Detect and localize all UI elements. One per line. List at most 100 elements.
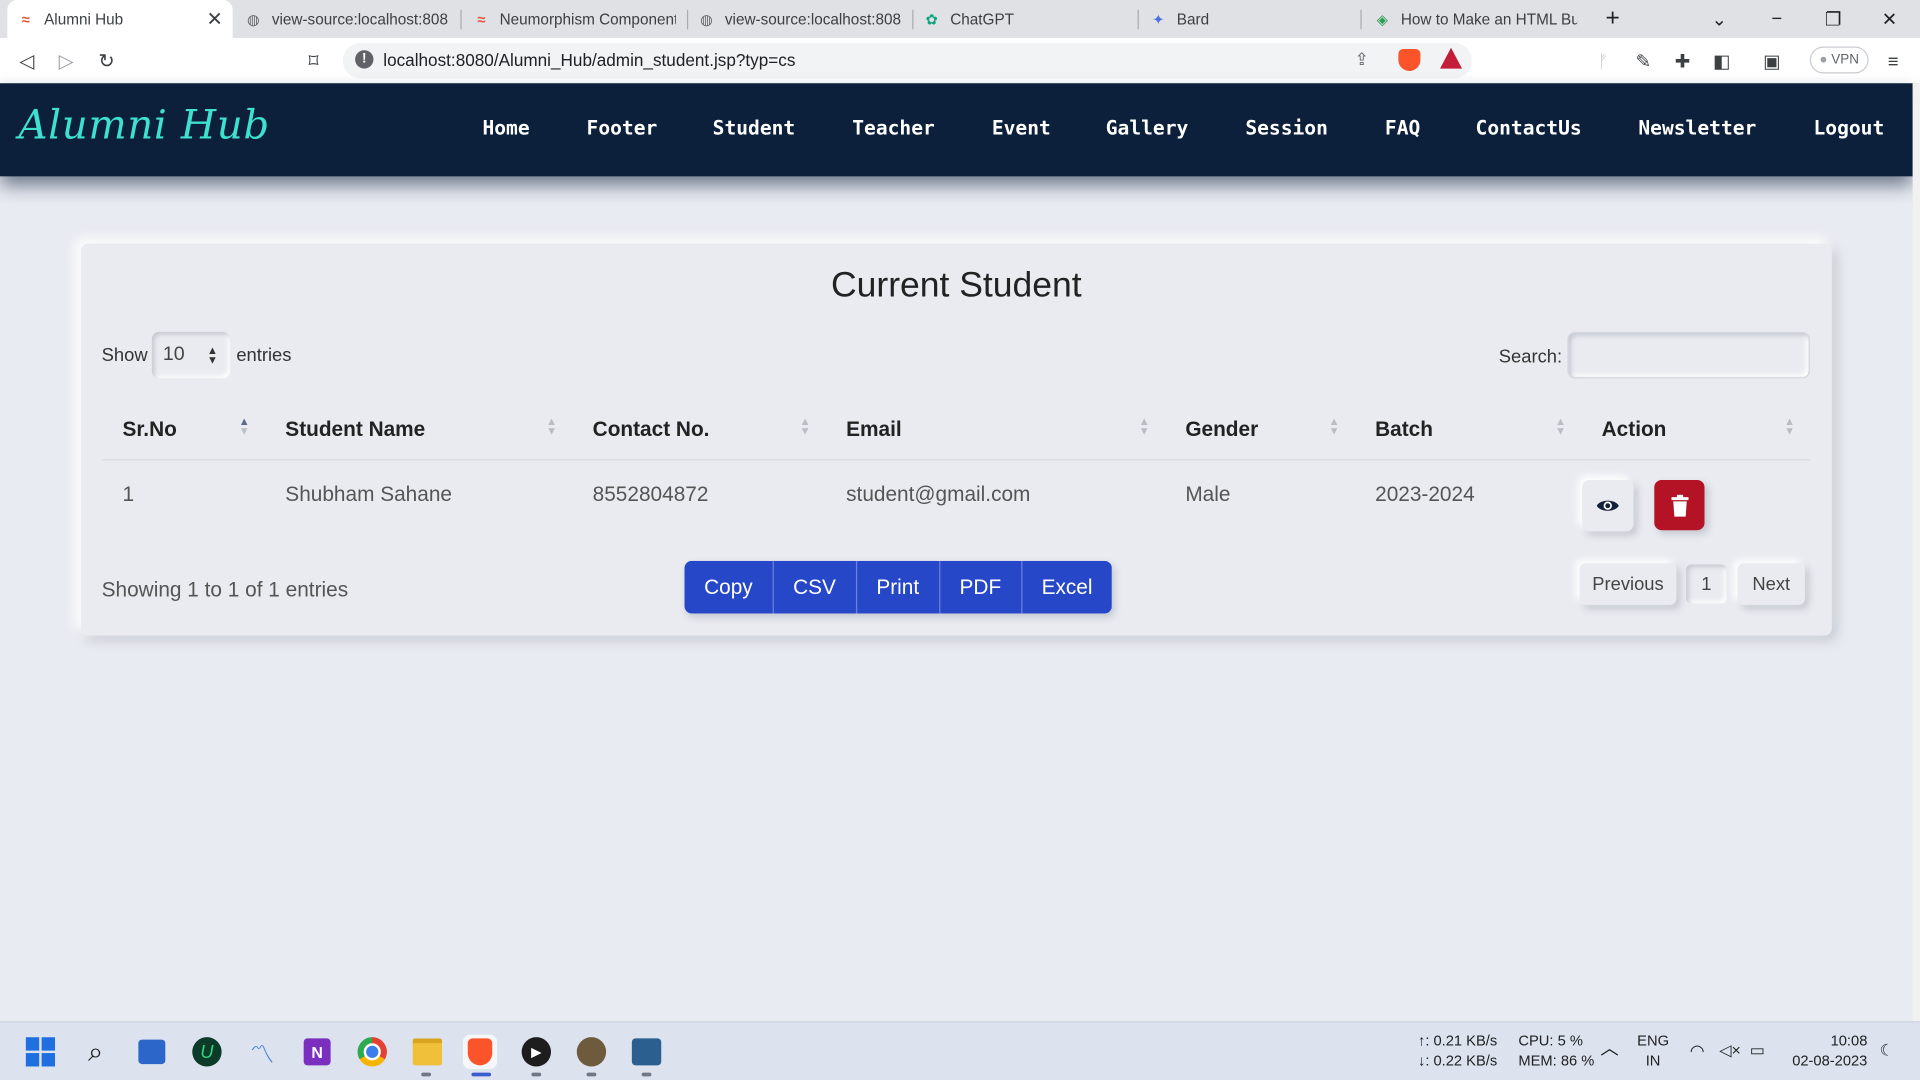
nav-gallery[interactable]: Gallery (1106, 116, 1189, 139)
sort-icon[interactable]: ▲ ▼ (239, 416, 250, 437)
tab-chatgpt[interactable]: ✿ ChatGPT (913, 0, 1136, 38)
close-icon[interactable]: ✕ (206, 7, 222, 31)
upwork-icon[interactable]: U (190, 1035, 224, 1069)
chevron-up-icon[interactable]: ︿ (1600, 1039, 1618, 1060)
nav-teacher[interactable]: Teacher (852, 116, 935, 139)
sort-icon[interactable]: ▲ ▼ (1139, 416, 1150, 437)
close-window-button[interactable]: ✕ (1861, 0, 1917, 38)
sort-icon[interactable]: ▲ ▼ (1784, 416, 1795, 437)
globe-icon: ◍ (247, 10, 260, 28)
file-explorer-icon[interactable] (410, 1035, 444, 1069)
previous-page-button[interactable]: Previous (1579, 563, 1677, 605)
nav-student[interactable]: Student (713, 116, 796, 139)
bookmark-icon[interactable]: ⌑ (298, 45, 330, 77)
print-button[interactable]: Print (856, 560, 940, 614)
address-bar[interactable]: ! localhost:8080/Alumni_Hub/admin_studen… (342, 42, 1472, 79)
notifications-icon[interactable]: ☾ (1880, 1041, 1894, 1061)
delete-button[interactable] (1654, 480, 1705, 531)
bard-sparkle-icon: ✦ (1152, 10, 1165, 28)
reload-button[interactable]: ↻ (91, 45, 123, 77)
running-indicator (531, 1072, 542, 1077)
mysql-workbench-icon[interactable] (629, 1035, 663, 1069)
brave-rewards-icon[interactable] (1440, 47, 1463, 69)
next-page-button[interactable]: Next (1737, 563, 1805, 605)
url-text[interactable]: localhost:8080/Alumni_Hub/admin_student.… (383, 50, 795, 70)
wallet-icon[interactable]: ▣ (1758, 48, 1785, 75)
onenote-icon[interactable]: N (300, 1035, 334, 1069)
current-page-button[interactable]: 1 (1686, 564, 1727, 604)
nav-newsletter[interactable]: Newsletter (1638, 116, 1756, 139)
volume-muted-icon[interactable]: ◁× (1719, 1041, 1741, 1061)
running-indicator (586, 1072, 597, 1077)
nav-home[interactable]: Home (482, 116, 529, 139)
column-header-srno[interactable]: Sr.No (122, 418, 176, 442)
csv-button[interactable]: CSV (773, 560, 857, 614)
store-icon[interactable] (135, 1035, 169, 1069)
column-header-gender[interactable]: Gender (1185, 418, 1258, 442)
wifi-icon[interactable]: ◠ (1690, 1041, 1705, 1061)
forward-button[interactable]: ▷ (50, 45, 82, 77)
tomcat-icon[interactable] (574, 1035, 608, 1069)
alumni-favicon: ≈ (21, 10, 30, 28)
nav-event[interactable]: Event (992, 116, 1051, 139)
sort-icon[interactable]: ▲ ▼ (800, 416, 811, 437)
pdf-button[interactable]: PDF (939, 560, 1022, 614)
tab-separator (1137, 9, 1139, 30)
minimize-button[interactable]: − (1749, 0, 1805, 38)
site-info-icon[interactable]: ! (355, 50, 374, 69)
menu-icon[interactable]: ≡ (1880, 48, 1907, 75)
vpn-button[interactable]: ● VPN (1809, 46, 1869, 74)
excel-button[interactable]: Excel (1021, 560, 1113, 614)
nav-logout[interactable]: Logout (1813, 116, 1884, 139)
page-scrollbar[interactable] (1912, 83, 1920, 1022)
extensions-puzzle-icon[interactable]: ✚ (1669, 48, 1696, 75)
brave-shields-icon[interactable] (1398, 48, 1421, 72)
browser-tab-bar: ≈ Alumni Hub ✕ ◍ view-source:localhost:8… (0, 0, 1920, 38)
column-header-contact[interactable]: Contact No. (593, 418, 710, 442)
nav-faq[interactable]: FAQ (1385, 116, 1420, 139)
tab-view-source-1[interactable]: ◍ view-source:localhost:8080 (235, 0, 458, 38)
nav-footer[interactable]: Footer (587, 116, 658, 139)
nav-contactus[interactable]: ContactUs (1476, 116, 1582, 139)
tab-neumorphism[interactable]: ≈ Neumorphism Components (463, 0, 686, 38)
media-player-icon[interactable]: ▶ (519, 1035, 553, 1069)
nav-session[interactable]: Session (1245, 116, 1328, 139)
site-navbar: Alumni Hub Home Footer Student Teacher E… (0, 83, 1913, 177)
search-input[interactable] (1567, 331, 1810, 379)
tab-bard[interactable]: ✦ Bard (1140, 0, 1363, 38)
clock[interactable]: 10:08 02-08-2023 (1789, 1031, 1867, 1070)
sort-icon[interactable]: ▲ ▼ (1329, 416, 1340, 437)
restore-button[interactable]: ❐ (1805, 0, 1861, 38)
search-icon[interactable]: ⌕ (78, 1035, 112, 1069)
column-header-action[interactable]: Action (1602, 418, 1667, 442)
column-header-student-name[interactable]: Student Name (285, 418, 425, 442)
sort-icon[interactable]: ▲ ▼ (1555, 416, 1566, 437)
battery-icon[interactable]: ▭ (1750, 1041, 1765, 1061)
brave-browser-icon[interactable] (462, 1034, 498, 1069)
site-logo[interactable]: Alumni Hub (18, 100, 270, 148)
sidebar-icon[interactable]: ◧ (1708, 48, 1735, 75)
tab-alumni-hub[interactable]: ≈ Alumni Hub ✕ (7, 0, 233, 38)
screen: ≈ Alumni Hub ✕ ◍ view-source:localhost:8… (0, 0, 1920, 1080)
resource-monitor-icon[interactable]: 〽 (245, 1035, 279, 1069)
tab-html-button[interactable]: ◈ How to Make an HTML Button (1364, 0, 1587, 38)
windows-start-icon[interactable] (23, 1035, 57, 1069)
entries-select[interactable]: 10 ▲ ▼ (151, 331, 231, 379)
chrome-icon[interactable] (355, 1035, 389, 1069)
new-tab-button[interactable]: + (1586, 0, 1640, 38)
tab-search-chevron-icon[interactable]: ⌄ (1691, 0, 1747, 38)
entries-label: entries (236, 345, 292, 367)
view-button[interactable] (1582, 480, 1634, 532)
vpn-label: VPN (1831, 52, 1859, 68)
running-indicator (421, 1072, 432, 1077)
language-indicator[interactable]: ENG IN (1637, 1031, 1669, 1070)
column-header-email[interactable]: Email (846, 418, 902, 442)
tab-view-source-2[interactable]: ◍ view-source:localhost:8080 (688, 0, 911, 38)
eyedropper-extension-icon[interactable]: ✎ (1630, 48, 1657, 75)
column-header-batch[interactable]: Batch (1375, 418, 1433, 442)
sort-icon[interactable]: ▲ ▼ (546, 416, 557, 437)
share-icon[interactable]: ⇪ (1355, 49, 1369, 70)
back-button[interactable]: ◁ (11, 45, 43, 77)
reader-icon[interactable]: ᚠ (1589, 48, 1616, 75)
copy-button[interactable]: Copy (684, 560, 774, 614)
